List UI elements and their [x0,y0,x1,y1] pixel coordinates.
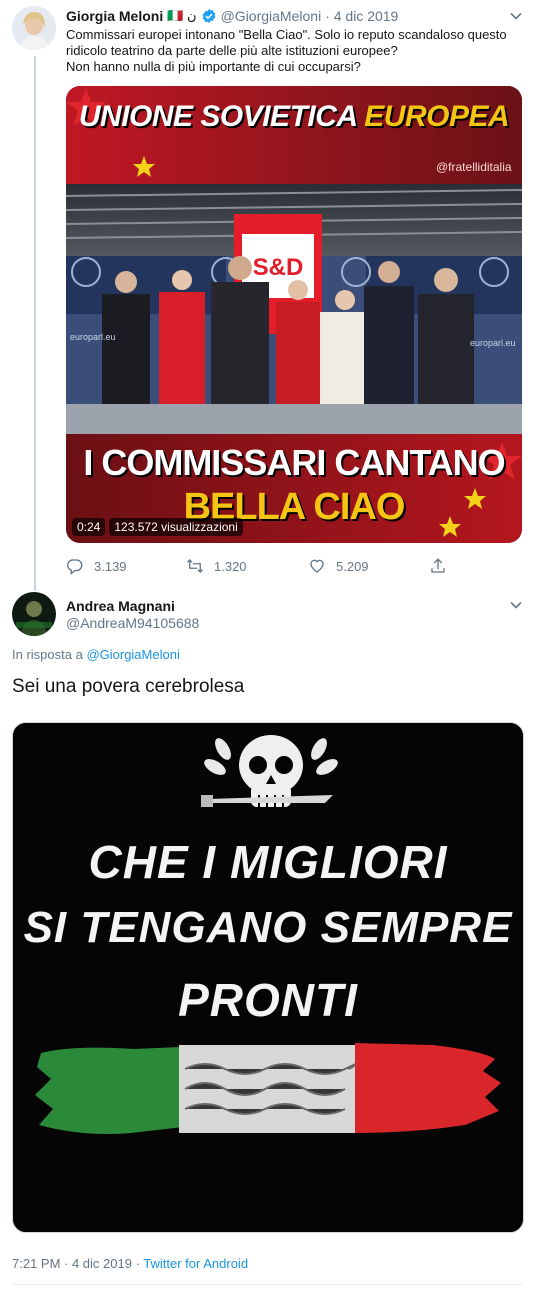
tweet-text-line: Non hanno nulla di più importante di cui… [66,59,361,74]
image-caption-line: CHE I MIGLIORI [88,836,448,888]
tweet-text-line: ridicolo teatrino da parte delle più alt… [66,43,398,58]
author-name-emoji: 🇮🇹 ن [167,8,197,23]
like-count: 5.209 [336,558,369,574]
chevron-down-icon[interactable] [509,9,523,23]
chevron-down-icon[interactable] [509,598,523,612]
thread-line [34,56,36,591]
reply-timestamp[interactable]: 7:21 PM · 4 dic 2019 · [12,1256,143,1271]
reply-text: Sei una povera cerebrolesa [12,676,245,697]
author-name[interactable]: Giorgia Meloni [66,8,163,24]
video-wall-text: europarl.eu [70,332,116,342]
tweet-video[interactable]: UNIONE SOVIETICA EUROPEA @fratelliditali… [66,86,522,543]
video-banner-sign: S&D [252,254,304,281]
in-reply-to-handle[interactable]: @GiorgiaMeloni [86,647,179,662]
retweet-count: 1.320 [214,558,247,574]
video-wall-text: europarl.eu [470,338,516,348]
reply-count: 3.139 [94,558,127,574]
video-title-top-highlight: EUROPEA [364,100,510,133]
heart-icon [310,559,324,573]
reply-button[interactable]: 3.139 [66,557,127,575]
retweet-icon [187,559,203,573]
avatar[interactable] [12,6,56,50]
author-name[interactable]: Andrea Magnani [66,598,175,614]
verified-icon [202,9,215,23]
tweet-date[interactable]: · 4 dic 2019 [325,8,398,24]
video-views: 123.572 visualizzazioni [109,518,243,536]
image-caption-line: PRONTI [178,974,358,1026]
retweet-button[interactable]: 1.320 [186,557,247,575]
author-handle[interactable]: @GiorgiaMeloni [221,8,322,24]
like-button[interactable]: 5.209 [308,557,369,575]
avatar-image [12,592,56,636]
reply-image[interactable]: CHE I MIGLIORI SI TENGANO SEMPRE PRONTI [12,722,524,1233]
avatar[interactable] [12,592,56,636]
share-button[interactable] [429,557,447,575]
share-icon [431,558,445,573]
divider [12,1284,522,1285]
video-duration: 0:24 [72,518,106,536]
video-title-bottom: I COMMISSARI CANTANO [83,442,505,483]
author-handle[interactable]: @AndreaM94105688 [66,615,199,631]
tweet-source[interactable]: Twitter for Android [143,1256,248,1271]
tweet-text-line: Commissari europei intonano "Bella Ciao"… [66,27,507,42]
in-reply-to-label: In risposta a [12,647,87,662]
video-watermark: @fratelliditalia [436,160,512,174]
reply-icon [66,559,83,575]
image-caption-line: SI TENGANO SEMPRE [23,903,513,952]
video-title-top: UNIONE SOVIETICA [78,100,365,133]
avatar-image [12,6,56,50]
